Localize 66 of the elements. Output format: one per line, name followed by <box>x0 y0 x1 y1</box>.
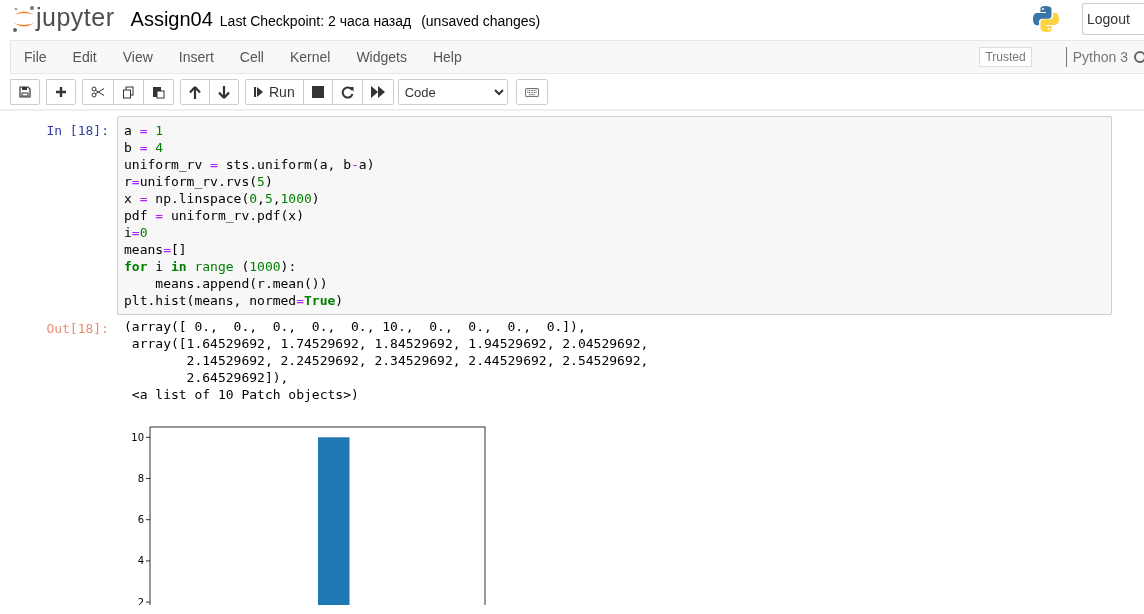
run-all-button[interactable] <box>361 79 394 105</box>
stop-icon <box>311 86 324 98</box>
scissors-icon <box>91 86 105 98</box>
paste-button[interactable] <box>143 79 174 105</box>
tick-label: 2 <box>137 596 144 605</box>
restart-icon <box>340 85 354 99</box>
move-down-button[interactable] <box>209 79 239 105</box>
menu-item[interactable]: File <box>11 42 60 72</box>
move-up-button[interactable] <box>180 79 210 105</box>
run-button[interactable]: Run <box>245 79 304 105</box>
cut-button[interactable] <box>82 79 114 105</box>
restart-button[interactable] <box>331 79 363 105</box>
tick-label: 6 <box>137 514 144 526</box>
output-line: array([1.64529692, 1.74529692, 1.84529692, 1.94529692, 2.04529692, <box>130 335 650 352</box>
down-arrow-icon <box>218 85 230 99</box>
menu-item[interactable]: Widgets <box>343 42 420 72</box>
python-logo-icon <box>1032 5 1060 33</box>
trusted-badge[interactable]: Trusted <box>979 47 1032 67</box>
menu-item[interactable]: Insert <box>165 42 227 72</box>
keyboard-shortcuts-button[interactable] <box>515 79 548 105</box>
tick-label: 8 <box>137 473 144 484</box>
output-prompt: Out[18]: <box>45 320 110 338</box>
menu-item[interactable]: Cell <box>226 42 277 72</box>
code-input[interactable] <box>117 116 1112 315</box>
tick-label: 10 <box>131 431 144 443</box>
output-line: 2.64529692]), <box>185 369 290 386</box>
output-line: (array([ 0., 0., 0., 0., 0., 10., 0., 0., 0., 0.]), <box>124 318 587 335</box>
code-line: for i in range (1000): <box>124 258 298 275</box>
logo-text: jupyter <box>36 2 115 32</box>
kernel-name: Python 3 <box>1072 49 1128 65</box>
menu-item[interactable]: Edit <box>59 42 110 72</box>
unsaved-status: (unsaved changes) <box>421 13 541 29</box>
keyboard-icon <box>524 86 539 98</box>
plus-icon <box>55 86 67 98</box>
paste-icon <box>152 85 165 99</box>
code-line: plt.hist(means, normed=True) <box>124 292 345 309</box>
code-line: means.append(r.mean()) <box>154 275 329 292</box>
copy-button[interactable] <box>113 79 144 105</box>
cell-type-dropdown[interactable]: Code <box>397 79 508 105</box>
output-line: 2.14529692, 2.24529692, 2.34529692, 2.44529692, 2.54529692, <box>185 352 650 369</box>
up-arrow-icon <box>189 85 201 99</box>
code-line: b = 4 <box>124 139 165 156</box>
jupyter-logo-icon[interactable] <box>12 5 36 33</box>
menu-item[interactable]: Help <box>419 42 475 72</box>
logout-button[interactable]: Logout <box>1082 3 1144 35</box>
fast-forward-icon <box>370 86 385 98</box>
save-button[interactable] <box>10 79 40 105</box>
code-line: x = np.linspace(0,5,1000) <box>124 190 321 207</box>
menu-item[interactable]: Kernel <box>276 42 344 72</box>
code-line: uniform_rv = sts.uniform(a, b-a) <box>124 156 376 173</box>
notebook-name[interactable]: Assign04 <box>130 7 213 31</box>
save-icon <box>19 86 31 98</box>
input-prompt: In [18]: <box>45 122 110 140</box>
insert-cell-button[interactable] <box>46 79 76 105</box>
code-line: pdf = uniform_rv.pdf(x) <box>124 207 306 224</box>
stop-button[interactable] <box>302 79 333 105</box>
checkpoint-text: Last Checkpoint: 2 часа назад <box>219 13 412 29</box>
menu-item[interactable]: View <box>109 42 166 72</box>
code-line: r=uniform_rv.rvs(5) <box>124 173 274 190</box>
code-line: i=0 <box>124 224 149 241</box>
tick-label: 4 <box>137 555 144 567</box>
code-line: means=[] <box>124 241 188 258</box>
code-line: a = 1 <box>124 122 165 139</box>
output-line: <a list of 10 Patch objects>) <box>130 386 360 403</box>
step-play-icon <box>254 86 264 98</box>
copy-icon <box>122 85 135 99</box>
